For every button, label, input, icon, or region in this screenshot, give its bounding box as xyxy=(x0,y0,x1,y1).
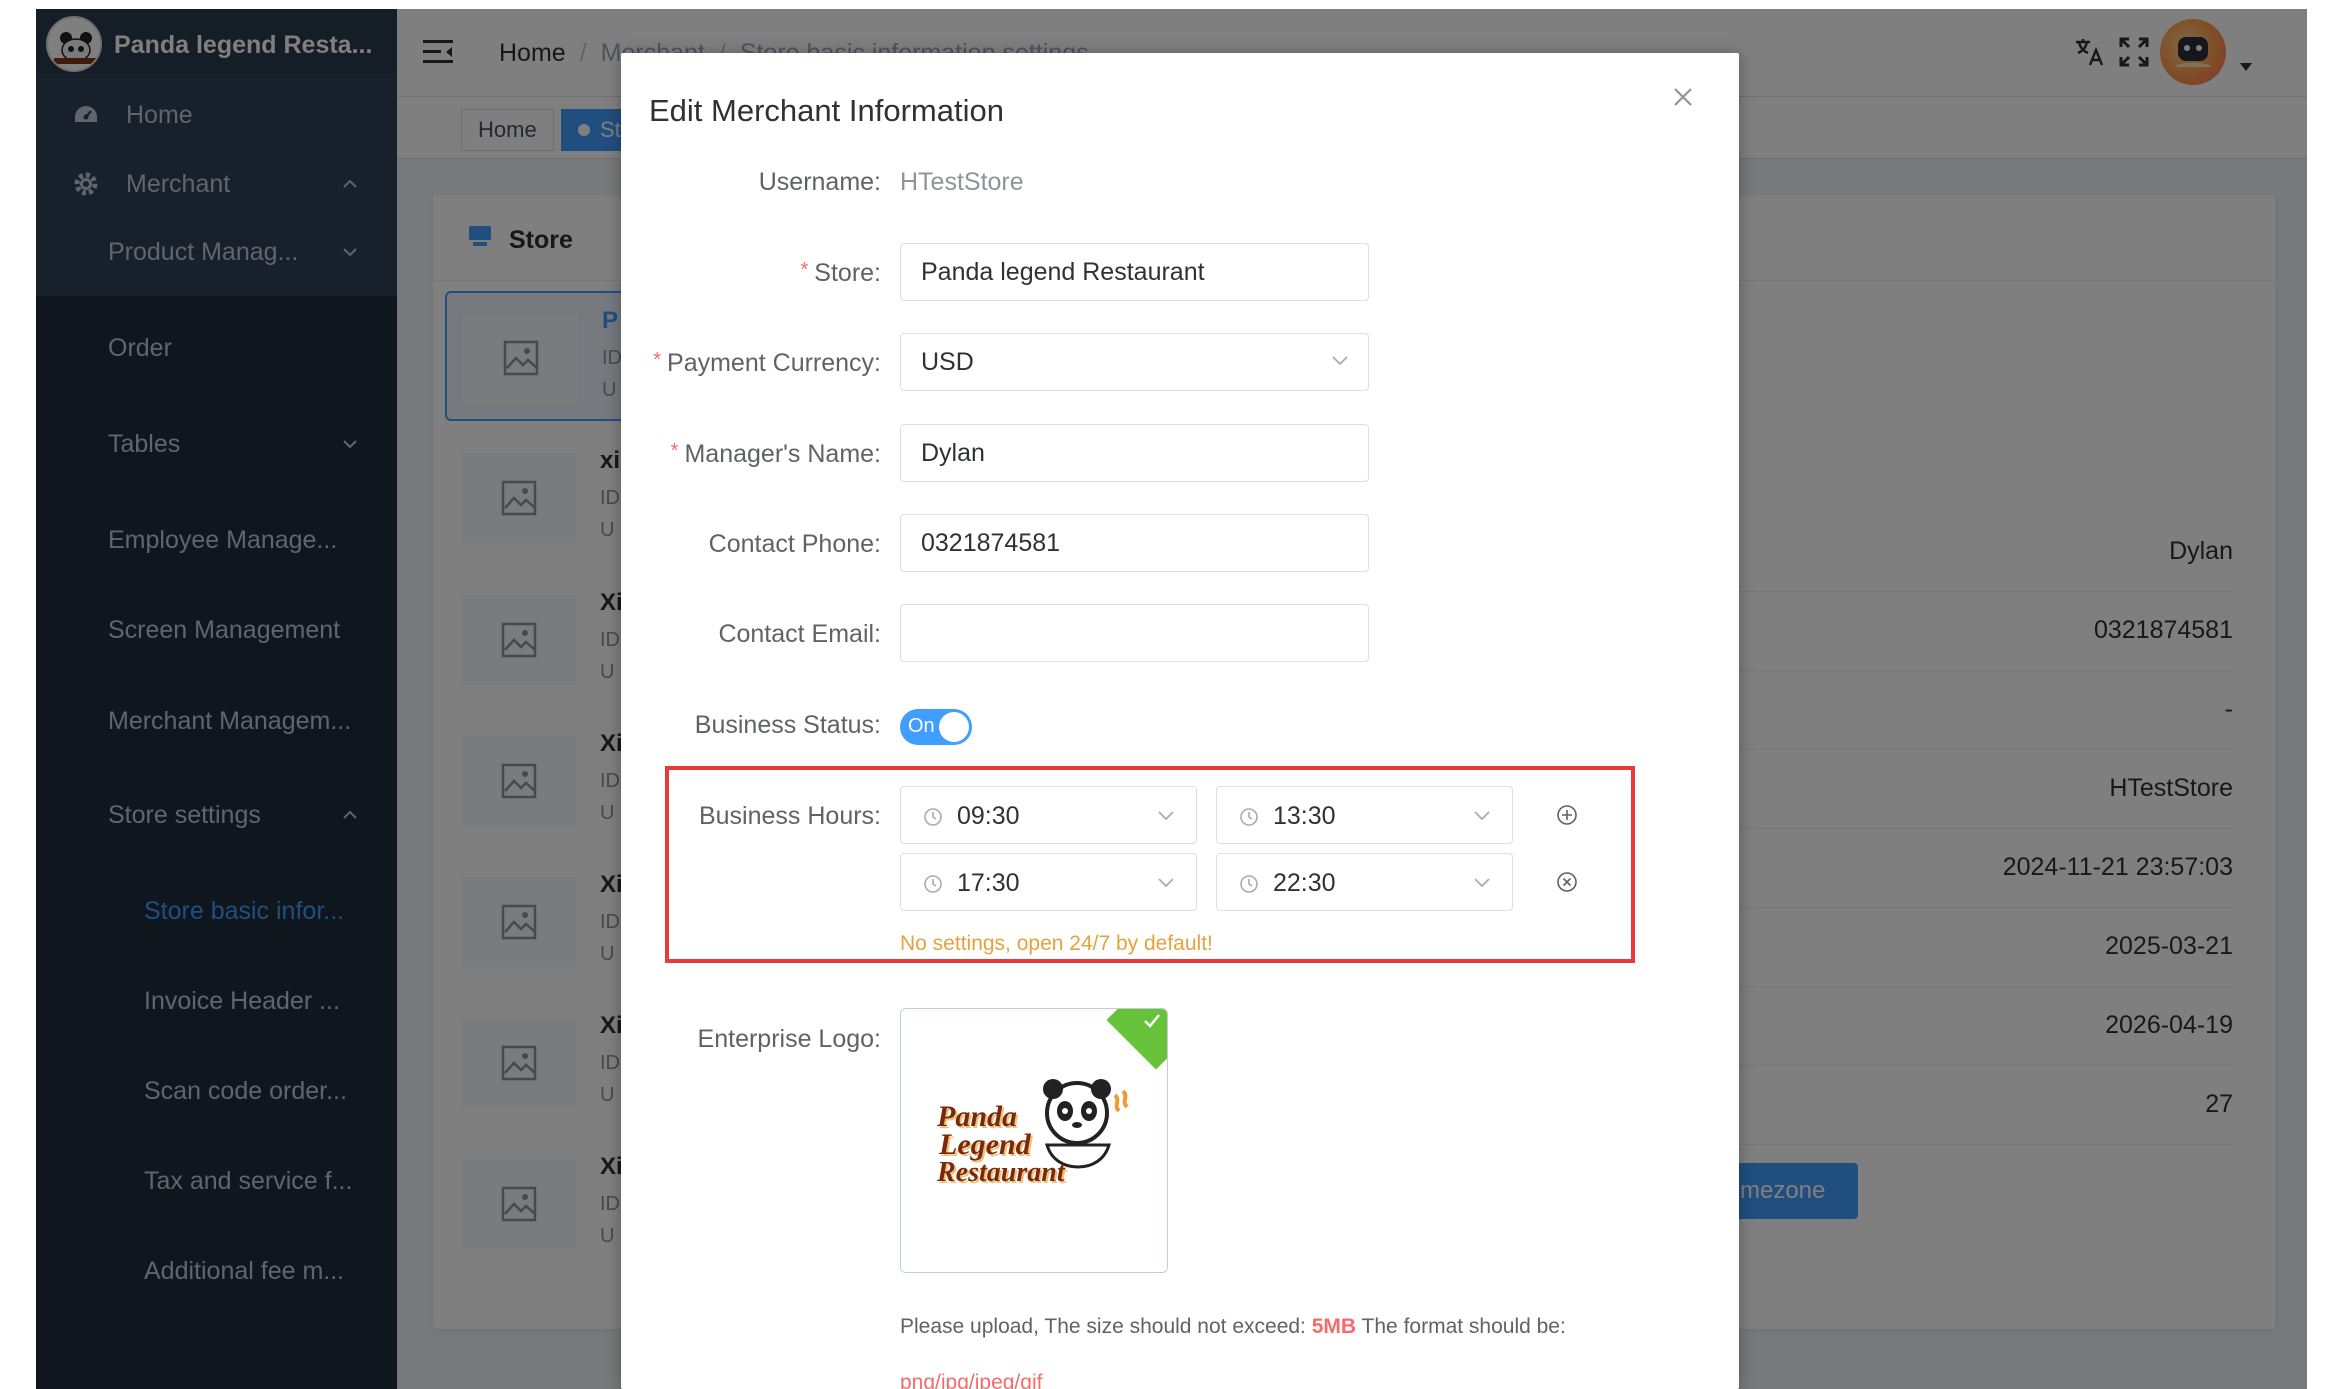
contact-email-input[interactable] xyxy=(900,604,1369,662)
upload-tip-prefix: Please upload, The size should not excee… xyxy=(900,1315,1306,1338)
add-circle-icon[interactable] xyxy=(1555,803,1579,827)
remove-circle-icon[interactable] xyxy=(1555,870,1579,894)
contact-phone-input[interactable]: 0321874581 xyxy=(900,514,1369,572)
upload-size-limit: 5MB xyxy=(1311,1315,1357,1338)
edit-merchant-dialog: Edit Merchant Information Username: HTes… xyxy=(621,53,1739,1389)
check-icon xyxy=(1144,1014,1160,1028)
chevron-down-icon xyxy=(1158,878,1174,888)
end-time-picker[interactable]: 13:30 xyxy=(1216,786,1513,844)
business-hours-hint: No settings, open 24/7 by default! xyxy=(900,932,1213,955)
hours-label: Business Hours: xyxy=(698,802,881,830)
dialog-title: Edit Merchant Information xyxy=(649,93,1004,128)
manager-name-input[interactable]: Dylan xyxy=(900,424,1369,482)
status-label: Business Status: xyxy=(694,711,881,739)
logo-word: Panda xyxy=(937,1100,1018,1133)
store-input[interactable]: Panda legend Restaurant xyxy=(900,243,1369,301)
upload-tip-suffix: The format should be: xyxy=(1361,1315,1566,1338)
upload-formats: png/jpg/jpeg/gif xyxy=(900,1371,1043,1389)
switch-knob xyxy=(939,712,969,742)
store-label-text: Store: xyxy=(814,259,881,287)
currency-select[interactable]: USD xyxy=(900,333,1369,391)
chevron-down-icon xyxy=(1332,356,1348,366)
store-label: * Store: xyxy=(800,259,882,287)
time-value: 13:30 xyxy=(1273,802,1336,830)
time-value: 17:30 xyxy=(957,869,1020,897)
chevron-down-icon xyxy=(1474,878,1490,888)
time-value: 22:30 xyxy=(1273,869,1336,897)
close-icon[interactable] xyxy=(1671,85,1695,109)
clock-icon xyxy=(924,875,942,893)
manager-label-text: Manager's Name: xyxy=(684,440,881,468)
app-window: Panda legend Resta... Home Merchant Prod… xyxy=(36,9,2307,1389)
clock-icon xyxy=(924,808,942,826)
currency-selected-value: USD xyxy=(921,347,974,376)
end-time-picker[interactable]: 22:30 xyxy=(1216,853,1513,911)
clock-icon xyxy=(1240,808,1258,826)
currency-label: * Payment Currency: xyxy=(653,349,881,377)
clock-icon xyxy=(1240,875,1258,893)
chevron-down-icon xyxy=(1158,811,1174,821)
logo-label: Enterprise Logo: xyxy=(697,1025,881,1053)
username-value: HTestStore xyxy=(900,168,1024,196)
logo-word: Restaurant xyxy=(937,1157,1065,1188)
email-label: Contact Email: xyxy=(718,620,881,648)
manager-label: * Manager's Name: xyxy=(670,440,881,468)
logo-word: Legend xyxy=(939,1128,1031,1161)
switch-on-text: On xyxy=(908,715,935,737)
phone-label: Contact Phone: xyxy=(708,530,881,558)
start-time-picker[interactable]: 17:30 xyxy=(900,853,1197,911)
logo-wordmark: Panda Legend Restaurant xyxy=(937,1100,1065,1188)
time-value: 09:30 xyxy=(957,802,1020,830)
logo-upload[interactable]: Panda Legend Restaurant xyxy=(900,1008,1168,1273)
chevron-down-icon xyxy=(1474,811,1490,821)
start-time-picker[interactable]: 09:30 xyxy=(900,786,1197,844)
upload-tip: Please upload, The size should not excee… xyxy=(900,1315,1566,1339)
username-label: Username: xyxy=(758,168,881,196)
business-status-switch[interactable]: On xyxy=(900,709,972,745)
currency-label-text: Payment Currency: xyxy=(667,349,881,377)
